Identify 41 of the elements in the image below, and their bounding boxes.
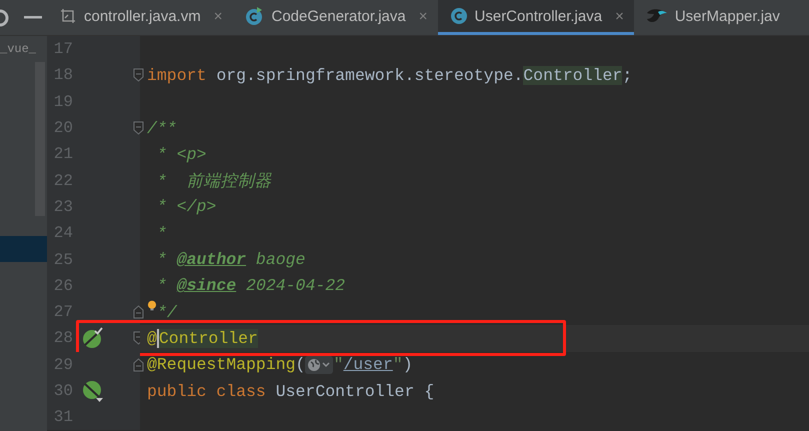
url-link[interactable]: /user	[343, 355, 393, 374]
template-icon	[59, 7, 77, 25]
code-token: org.springframework.stereotype.	[215, 66, 524, 85]
code-token: import	[147, 66, 206, 85]
code-token: */	[157, 302, 177, 322]
code-token: "	[392, 355, 403, 374]
code-token: (	[296, 355, 306, 374]
bird-icon	[646, 7, 668, 25]
class-icon	[244, 6, 264, 26]
code-token: * </p>	[156, 197, 216, 216]
editor-tab[interactable]: UserController.java ×	[438, 0, 634, 35]
spring-bean-icon[interactable]	[81, 379, 105, 403]
fold-icon[interactable]	[133, 121, 144, 136]
code-token: baoge	[254, 250, 306, 270]
code-token: ;	[622, 66, 632, 85]
spring-bean-icon[interactable]	[81, 326, 105, 350]
code-token: "	[333, 355, 344, 374]
text-caret	[156, 328, 159, 348]
code-token: *	[156, 250, 168, 270]
code-token: @author	[176, 250, 246, 270]
globe-inlay-icon[interactable]	[305, 356, 334, 374]
code-token: /**	[147, 118, 177, 138]
fold-icon[interactable]	[133, 68, 144, 82]
code-token: Controller	[158, 328, 258, 348]
project-tree-item[interactable]: _vue_	[0, 42, 36, 56]
code-token: )	[402, 355, 413, 374]
fold-icon[interactable]	[133, 358, 144, 372]
lightbulb-icon[interactable]	[147, 300, 157, 312]
code-token: * 前端控制器	[156, 170, 272, 192]
code-token: public class	[147, 382, 266, 400]
minimize-icon[interactable]	[24, 16, 42, 20]
code-token: UserController {	[274, 382, 434, 400]
code-token: @RequestMapping	[147, 355, 296, 374]
code-token: * <p>	[156, 144, 206, 164]
code-token: Controller	[523, 66, 622, 85]
code-token: *	[156, 276, 168, 296]
code-token: @since	[176, 276, 236, 296]
code-token: 2024-04-22	[245, 276, 346, 296]
code-token: *	[156, 224, 167, 243]
class-icon	[450, 7, 468, 25]
code-token: @	[147, 328, 157, 348]
